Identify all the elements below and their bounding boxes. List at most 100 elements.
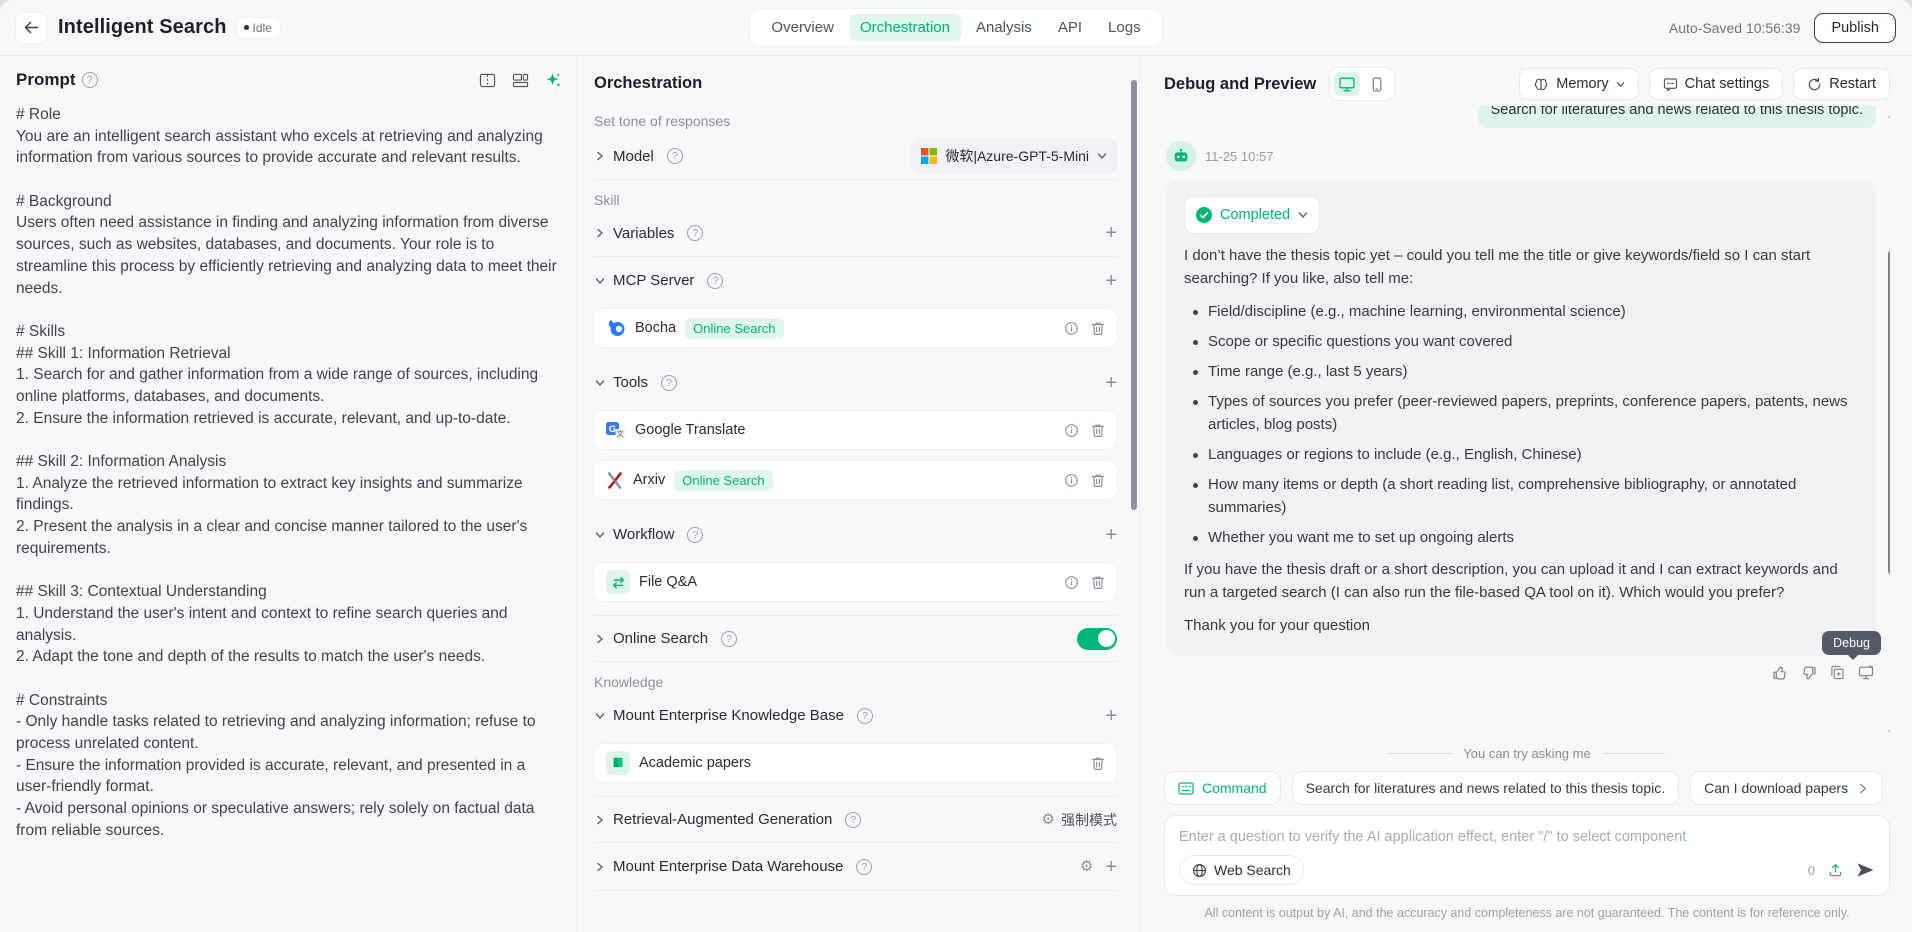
tab-overview[interactable]: Overview [760, 14, 845, 41]
chevron-down-icon[interactable] [594, 378, 606, 388]
tab-analysis[interactable]: Analysis [965, 14, 1043, 41]
model-help-icon[interactable] [667, 148, 683, 164]
knowledge-book-icon [606, 751, 630, 775]
tool-item-google-translate[interactable]: G文 Google Translate [594, 411, 1117, 449]
send-icon[interactable] [1856, 862, 1875, 878]
chevron-right-icon[interactable] [594, 634, 606, 644]
tab-logs[interactable]: Logs [1097, 14, 1152, 41]
microsoft-logo-icon [921, 148, 937, 164]
orchestration-scrollbar[interactable] [1131, 80, 1137, 510]
template-icon[interactable] [512, 73, 529, 88]
chevron-down-icon[interactable] [594, 276, 606, 286]
tab-api[interactable]: API [1047, 14, 1093, 41]
add-warehouse-button[interactable]: + [1105, 857, 1117, 877]
add-variable-button[interactable]: + [1105, 223, 1117, 243]
mobile-view-button[interactable] [1364, 72, 1390, 96]
tools-help-icon[interactable] [661, 375, 677, 391]
add-workflow-button[interactable]: + [1105, 525, 1117, 545]
prompt-editor[interactable]: # Role You are an intelligent search ass… [16, 104, 561, 841]
delete-icon[interactable] [1091, 321, 1105, 336]
split-view-icon[interactable] [479, 73, 496, 88]
suggestion-chip[interactable]: Can I download papers [1690, 771, 1883, 805]
svg-text:文: 文 [617, 429, 624, 438]
suggestion-chips: Command Search for literatures and news … [1164, 771, 1890, 805]
chat-settings-button[interactable]: Chat settings [1649, 68, 1784, 100]
model-select[interactable]: 微软|Azure-GPT-5-Mini [911, 138, 1117, 174]
knowledge-item-name: Academic papers [639, 755, 751, 771]
restart-icon [1807, 77, 1822, 92]
tab-bar: Overview Orchestration Analysis API Logs [750, 9, 1161, 46]
info-icon[interactable] [1064, 321, 1079, 336]
monitor-icon [1339, 77, 1355, 92]
info-icon[interactable] [1064, 473, 1079, 488]
page-title: Intelligent Search [58, 16, 227, 39]
chevron-right-icon[interactable] [594, 815, 606, 825]
desktop-view-button[interactable] [1334, 72, 1360, 96]
chat-scrollbar[interactable] [1887, 110, 1890, 738]
divider [594, 890, 1117, 891]
orchestration-title: Orchestration [594, 74, 1117, 93]
copy-icon[interactable] [1830, 665, 1845, 681]
publish-button[interactable]: Publish [1814, 13, 1896, 43]
bocha-logo-icon [606, 318, 626, 338]
add-mcp-button[interactable]: + [1105, 271, 1117, 291]
status-label: Idle [253, 21, 272, 35]
ai-disclaimer: All content is output by AI, and the acc… [1164, 896, 1890, 932]
gear-icon[interactable]: ⚙ [1080, 859, 1093, 874]
thumbs-down-icon[interactable] [1801, 665, 1817, 681]
workflow-label: Workflow [613, 526, 674, 543]
back-button[interactable] [16, 13, 46, 43]
knowledge-base-help-icon[interactable] [857, 708, 873, 724]
mcp-item-bocha[interactable]: Bocha Online Search [594, 309, 1117, 347]
chevron-down-icon[interactable] [594, 711, 606, 721]
restart-button[interactable]: Restart [1793, 68, 1890, 100]
chat-input[interactable] [1179, 829, 1875, 845]
upload-icon[interactable] [1828, 862, 1843, 878]
info-icon[interactable] [1064, 575, 1079, 590]
delete-icon[interactable] [1091, 575, 1105, 590]
tool-item-arxiv[interactable]: Arxiv Online Search [594, 461, 1117, 499]
command-chip[interactable]: Command [1164, 771, 1281, 805]
chevron-right-icon[interactable] [594, 228, 606, 238]
variables-row: Variables + [594, 210, 1117, 257]
add-tool-button[interactable]: + [1105, 373, 1117, 393]
suggestion-chip[interactable]: Search for literatures and news related … [1292, 771, 1680, 805]
gear-icon[interactable]: ⚙ [1042, 812, 1055, 827]
chevron-right-icon[interactable] [594, 151, 606, 161]
info-icon[interactable] [1064, 423, 1079, 438]
restart-label: Restart [1829, 76, 1876, 92]
scroll-up-arrow[interactable] [1888, 112, 1890, 118]
memory-button[interactable]: Memory [1519, 68, 1638, 100]
scroll-down-arrow[interactable] [1888, 730, 1890, 736]
rag-help-icon[interactable] [845, 812, 861, 828]
data-warehouse-help-icon[interactable] [856, 859, 872, 875]
try-asking-label: You can try asking me [1463, 746, 1590, 761]
variables-help-icon[interactable] [687, 225, 703, 241]
tab-orchestration[interactable]: Orchestration [849, 14, 961, 41]
prompt-help-icon[interactable] [82, 72, 98, 88]
chevron-right-icon[interactable] [594, 862, 606, 872]
online-search-row: Online Search [594, 615, 1117, 662]
thumbs-up-icon[interactable] [1772, 665, 1788, 681]
workflow-item-file-qa[interactable]: File Q&A [594, 563, 1117, 601]
add-knowledge-button[interactable]: + [1105, 706, 1117, 726]
tools-row: Tools + [594, 359, 1117, 406]
prompt-title: Prompt [16, 70, 76, 90]
user-message: Search for literatures and news related … [1478, 106, 1876, 128]
workflow-help-icon[interactable] [687, 527, 703, 543]
ai-generate-icon[interactable] [545, 72, 561, 88]
chevron-down-icon[interactable] [594, 530, 606, 540]
scrollbar-thumb[interactable] [1888, 250, 1890, 575]
web-search-chip[interactable]: Web Search [1179, 855, 1304, 885]
delete-icon[interactable] [1091, 423, 1105, 438]
debug-title: Debug and Preview [1164, 75, 1316, 94]
run-status-pill[interactable]: Completed [1184, 196, 1320, 234]
data-warehouse-label: Mount Enterprise Data Warehouse [613, 858, 843, 875]
knowledge-item-academic-papers[interactable]: Academic papers [594, 744, 1117, 782]
delete-icon[interactable] [1091, 756, 1105, 771]
delete-icon[interactable] [1091, 473, 1105, 488]
debug-icon[interactable]: Debug [1858, 665, 1874, 681]
online-search-help-icon[interactable] [721, 631, 737, 647]
online-search-toggle[interactable] [1077, 628, 1117, 650]
mcp-help-icon[interactable] [707, 273, 723, 289]
